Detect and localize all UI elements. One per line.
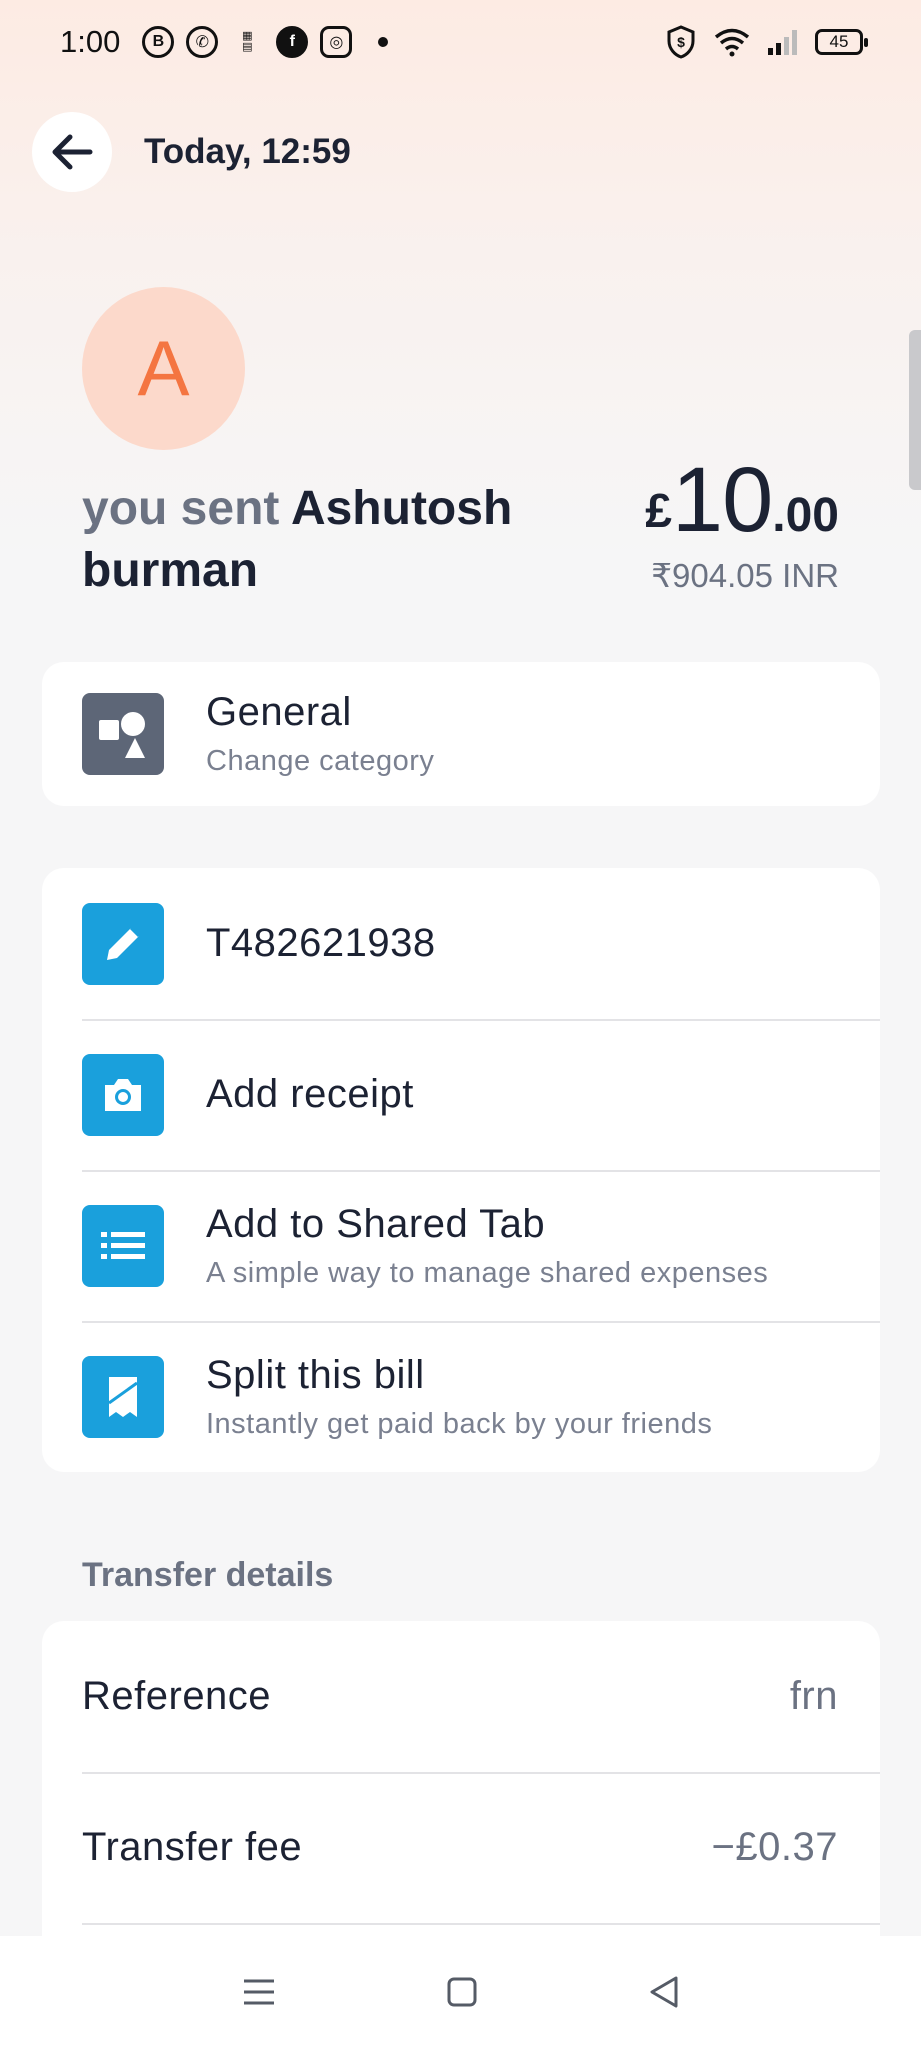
category-row[interactable]: General Change category <box>42 662 880 806</box>
shared-tab-row[interactable]: Add to Shared Tab A simple way to manage… <box>42 1170 880 1321</box>
vpn-shield-icon: $ <box>667 25 695 59</box>
reference-row: Reference frn <box>42 1621 880 1772</box>
system-navigation-bar <box>0 1936 921 2048</box>
amount-currency: £ <box>645 484 672 538</box>
split-bill-tile <box>82 1355 164 1438</box>
add-receipt-title: Add receipt <box>206 1072 414 1116</box>
transfer-details-heading: Transfer details <box>82 1556 334 1594</box>
pencil-icon <box>107 926 141 960</box>
transfer-fee-value: −£0.37 <box>711 1825 838 1869</box>
page-title: Today, 12:59 <box>144 132 351 171</box>
notification-icons: B ✆ ▦ ▤ f ◎ <box>142 26 389 58</box>
transaction-amount: £10.00 <box>645 448 839 553</box>
menu-icon[interactable] <box>242 1977 276 2007</box>
category-text: General Change category <box>206 690 434 778</box>
facebook-icon: f <box>276 26 309 58</box>
edge-panel-handle[interactable] <box>909 330 921 490</box>
category-card: General Change category <box>42 662 880 806</box>
add-receipt-text: Add receipt <box>206 1072 414 1117</box>
more-notifications-dot-icon <box>378 37 389 47</box>
system-icons: $ 45 <box>666 25 868 59</box>
change-category-link: Change category <box>206 745 435 777</box>
note-tile <box>82 902 164 985</box>
battery-icon: 45 <box>815 29 868 55</box>
arrow-left-icon <box>52 134 93 170</box>
whatsapp-icon: ✆ <box>186 26 219 58</box>
split-bill-row[interactable]: Split this bill Instantly get paid back … <box>42 1321 880 1472</box>
avatar: A <box>82 287 245 450</box>
status-bar: 1:00 B ✆ ▦ ▤ f ◎ $ 45 <box>0 0 921 84</box>
shared-tab-title: Add to Shared Tab <box>206 1201 546 1246</box>
note-title: T482621938 <box>206 921 436 965</box>
shared-tab-tile <box>82 1204 164 1287</box>
transfer-details-card: Reference frn Transfer fee −£0.37 <box>42 1621 880 1951</box>
receipt-tile <box>82 1053 164 1136</box>
note-row[interactable]: T482621938 <box>42 868 880 1019</box>
note-text: T482621938 <box>206 921 436 966</box>
transaction-description: you sent Ashutosh burman <box>82 478 552 602</box>
category-title: General <box>206 690 352 734</box>
amount-major: 10 <box>671 449 773 551</box>
status-time: 1:00 <box>60 24 121 59</box>
b-icon: B <box>142 26 175 58</box>
top-app-bar: Today, 12:59 <box>32 112 351 192</box>
news-icon: ▦ ▤ <box>242 30 253 53</box>
category-tile <box>82 693 164 775</box>
receipt-icon <box>108 1376 138 1417</box>
converted-amount: ₹904.05 INR <box>651 557 839 594</box>
transfer-fee-label: Transfer fee <box>82 1825 303 1869</box>
reference-value: frn <box>789 1674 838 1718</box>
transfer-fee-row: Transfer fee −£0.37 <box>42 1772 880 1923</box>
avatar-letter: A <box>137 324 190 412</box>
instagram-icon: ◎ <box>320 26 353 58</box>
camera-icon <box>105 1078 141 1111</box>
shapes-icon <box>99 712 145 758</box>
sent-prefix: you sent <box>82 482 280 535</box>
reference-label: Reference <box>82 1674 272 1718</box>
add-receipt-row[interactable]: Add receipt <box>42 1019 880 1170</box>
back-triangle-icon[interactable] <box>648 1975 680 2009</box>
actions-card: T482621938 Add receipt Add to Shared Tab… <box>42 868 880 1472</box>
split-bill-title: Split this bill <box>206 1352 425 1397</box>
shared-tab-text: Add to Shared Tab A simple way to manage… <box>206 1202 768 1290</box>
svg-text:$: $ <box>677 34 685 50</box>
signal-icon <box>768 29 797 55</box>
battery-level: 45 <box>829 32 849 51</box>
wifi-icon <box>714 28 750 57</box>
split-bill-subtitle: Instantly get paid back by your friends <box>206 1407 713 1440</box>
amount-minor: .00 <box>772 489 839 542</box>
back-button[interactable] <box>32 112 112 192</box>
split-bill-text: Split this bill Instantly get paid back … <box>206 1353 712 1441</box>
list-icon <box>101 1231 145 1259</box>
home-square-icon[interactable] <box>446 1976 478 2008</box>
shared-tab-subtitle: A simple way to manage shared expenses <box>206 1256 769 1289</box>
